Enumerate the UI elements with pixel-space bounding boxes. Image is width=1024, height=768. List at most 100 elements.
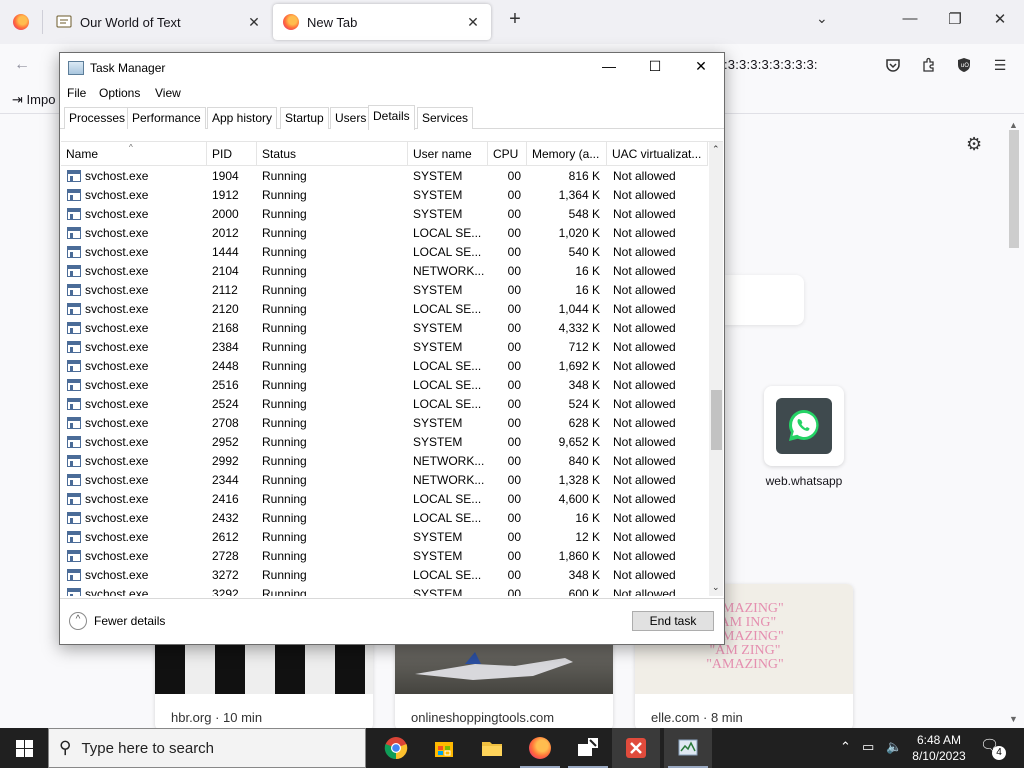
start-button[interactable] bbox=[0, 728, 48, 768]
ublock-shield-icon[interactable]: uO bbox=[955, 56, 973, 74]
table-row[interactable]: svchost.exe 2104 Running NETWORK... 00 16 K No… bbox=[61, 262, 708, 281]
fewer-details-link[interactable]: Fewer details bbox=[94, 614, 165, 628]
remote-app-icon[interactable] bbox=[564, 728, 612, 768]
close-app-icon[interactable] bbox=[612, 728, 660, 768]
url-bar-text[interactable]: :3:3:3:3:3:3:3:3: bbox=[724, 57, 818, 72]
hamburger-menu-icon[interactable]: ☰ bbox=[991, 56, 1009, 74]
scroll-up-arrow-icon[interactable]: ▲ bbox=[1009, 120, 1018, 130]
table-row[interactable]: svchost.exe 2992 Running NETWORK... 00 840 K N… bbox=[61, 452, 708, 471]
grid-scrollbar[interactable]: ⌃ ⌄ bbox=[709, 142, 723, 596]
table-row[interactable]: svchost.exe 2612 Running SYSTEM 00 12 K Not al… bbox=[61, 528, 708, 547]
pocket-icon[interactable] bbox=[884, 56, 902, 74]
table-row[interactable]: svchost.exe 2384 Running SYSTEM 00 712 K Not a… bbox=[61, 338, 708, 357]
firefox-icon[interactable] bbox=[516, 728, 564, 768]
column-header-uac-virtualization[interactable]: UAC virtualizat... bbox=[607, 142, 708, 166]
table-row[interactable]: svchost.exe 2516 Running LOCAL SE... 00 348 K… bbox=[61, 376, 708, 395]
scrollbar-thumb[interactable] bbox=[711, 390, 722, 450]
tab-app-history[interactable]: App history bbox=[207, 107, 278, 129]
table-row[interactable]: svchost.exe 3272 Running LOCAL SE... 00 348 K… bbox=[61, 566, 708, 585]
cell-pid: 2344 bbox=[212, 473, 239, 487]
table-row[interactable]: svchost.exe 2168 Running SYSTEM 00 4,332 K Not… bbox=[61, 319, 708, 338]
close-window-icon[interactable]: ✕ bbox=[990, 10, 1010, 28]
tab-startup[interactable]: Startup bbox=[280, 107, 329, 129]
tab-performance[interactable]: Performance bbox=[127, 107, 206, 129]
column-header-memory[interactable]: Memory (a... bbox=[527, 142, 607, 166]
menu-file[interactable]: File bbox=[67, 86, 86, 100]
clock[interactable]: 6:48 AM 8/10/2023 bbox=[908, 732, 970, 764]
story-image bbox=[395, 644, 613, 694]
minimize-icon[interactable]: — bbox=[594, 58, 624, 74]
store-icon[interactable] bbox=[420, 728, 468, 768]
import-bookmarks-button[interactable]: ⇥ Impo bbox=[12, 92, 55, 108]
browser-tab-new-tab[interactable]: New Tab ✕ bbox=[273, 4, 491, 40]
process-icon bbox=[67, 455, 81, 467]
close-tab-icon[interactable]: ✕ bbox=[465, 14, 481, 31]
list-all-tabs-chevron-icon[interactable]: ⌄ bbox=[816, 10, 828, 27]
notification-center-button[interactable]: 🗨 4 bbox=[980, 736, 1006, 760]
column-header-status[interactable]: Status bbox=[257, 142, 408, 166]
chevron-up-icon[interactable]: ^ bbox=[69, 612, 87, 630]
table-row[interactable]: svchost.exe 2524 Running LOCAL SE... 00 524 K… bbox=[61, 395, 708, 414]
table-row[interactable]: svchost.exe 2344 Running NETWORK... 00 1,328 … bbox=[61, 471, 708, 490]
page-scrollbar[interactable]: ▲ ▼ bbox=[1007, 120, 1021, 726]
table-row[interactable]: svchost.exe 3292 Running SYSTEM 00 600 K Not a… bbox=[61, 585, 708, 596]
table-row[interactable]: svchost.exe 2416 Running LOCAL SE... 00 4,600… bbox=[61, 490, 708, 509]
search-box-card[interactable] bbox=[724, 275, 804, 325]
network-icon[interactable]: ▭ bbox=[862, 739, 874, 755]
import-bookmarks-label: Impo bbox=[26, 92, 56, 107]
table-row[interactable]: svchost.exe 1912 Running SYSTEM 00 1,364 K Not… bbox=[61, 186, 708, 205]
column-header-pid[interactable]: PID bbox=[207, 142, 257, 166]
table-row[interactable]: svchost.exe 1904 Running SYSTEM 00 816 K Not a… bbox=[61, 167, 708, 186]
table-row[interactable]: svchost.exe 2000 Running SYSTEM 00 548 K Not a… bbox=[61, 205, 708, 224]
file-explorer-icon[interactable] bbox=[468, 728, 516, 768]
task-manager-icon[interactable] bbox=[664, 728, 712, 768]
column-header-name[interactable]: ^ Name bbox=[61, 142, 207, 166]
tab-users[interactable]: Users bbox=[330, 107, 372, 129]
maximize-icon[interactable]: ☐ bbox=[640, 58, 670, 75]
table-row[interactable]: svchost.exe 2112 Running SYSTEM 00 16 K Not al… bbox=[61, 281, 708, 300]
new-tab-button[interactable]: + bbox=[504, 8, 526, 31]
table-row[interactable]: svchost.exe 1444 Running LOCAL SE... 00 540 K… bbox=[61, 243, 708, 262]
cell-pid: 2384 bbox=[212, 340, 239, 354]
firefox-view-button[interactable] bbox=[0, 0, 42, 44]
close-tab-icon[interactable]: ✕ bbox=[246, 14, 262, 31]
column-header-cpu[interactable]: CPU bbox=[488, 142, 527, 166]
table-row[interactable]: svchost.exe 2432 Running LOCAL SE... 00 16 K N… bbox=[61, 509, 708, 528]
scrollbar-thumb[interactable] bbox=[1009, 130, 1019, 248]
menu-view[interactable]: View bbox=[155, 86, 181, 100]
table-row[interactable]: svchost.exe 2448 Running LOCAL SE... 00 1,692… bbox=[61, 357, 708, 376]
column-header-user-name[interactable]: User name bbox=[408, 142, 488, 166]
tab-details[interactable]: Details bbox=[368, 105, 415, 130]
table-row[interactable]: svchost.exe 2012 Running LOCAL SE... 00 1,020… bbox=[61, 224, 708, 243]
end-task-button[interactable]: End task bbox=[632, 611, 714, 631]
volume-icon[interactable]: 🔈 bbox=[886, 739, 902, 755]
minimize-window-icon[interactable]: — bbox=[900, 10, 920, 27]
cell-cpu: 00 bbox=[507, 397, 521, 411]
tab-processes[interactable]: Processes bbox=[64, 107, 131, 129]
restore-window-icon[interactable]: ❐ bbox=[945, 10, 965, 28]
table-row[interactable]: svchost.exe 2728 Running SYSTEM 00 1,860 K Not… bbox=[61, 547, 708, 566]
scroll-up-arrow-icon[interactable]: ⌃ bbox=[712, 144, 720, 155]
extensions-puzzle-icon[interactable] bbox=[920, 56, 938, 74]
scroll-down-arrow-icon[interactable]: ⌄ bbox=[712, 582, 720, 593]
chrome-icon[interactable] bbox=[372, 728, 420, 768]
chevron-up-icon[interactable]: ⌃ bbox=[840, 739, 851, 755]
close-icon[interactable]: ✕ bbox=[686, 58, 716, 75]
table-row[interactable]: svchost.exe 2708 Running SYSTEM 00 628 K Not a… bbox=[61, 414, 708, 433]
top-site-tile-whatsapp[interactable] bbox=[764, 386, 844, 466]
table-row[interactable]: svchost.exe 2952 Running SYSTEM 00 9,652 K Not… bbox=[61, 433, 708, 452]
task-manager-window[interactable]: Task Manager — ☐ ✕ File Options View Pro… bbox=[59, 52, 725, 645]
tab-services[interactable]: Services bbox=[417, 107, 474, 129]
browser-tab-our-world-of-text[interactable]: Our World of Text ✕ bbox=[46, 4, 272, 40]
firefox-icon bbox=[13, 14, 29, 30]
scroll-down-arrow-icon[interactable]: ▼ bbox=[1009, 714, 1018, 724]
title-bar[interactable]: Task Manager — ☐ ✕ bbox=[60, 53, 724, 83]
cell-user-name: NETWORK... bbox=[413, 454, 485, 468]
table-row[interactable]: svchost.exe 2120 Running LOCAL SE... 00 1,044… bbox=[61, 300, 708, 319]
cell-memory: 600 K bbox=[568, 587, 600, 596]
menu-options[interactable]: Options bbox=[99, 86, 140, 100]
back-arrow-icon[interactable]: ← bbox=[14, 56, 30, 74]
process-icon bbox=[67, 265, 81, 277]
gear-icon[interactable]: ⚙ bbox=[966, 134, 982, 155]
taskbar-search-box[interactable]: ⚲ Type here to search bbox=[48, 728, 366, 768]
